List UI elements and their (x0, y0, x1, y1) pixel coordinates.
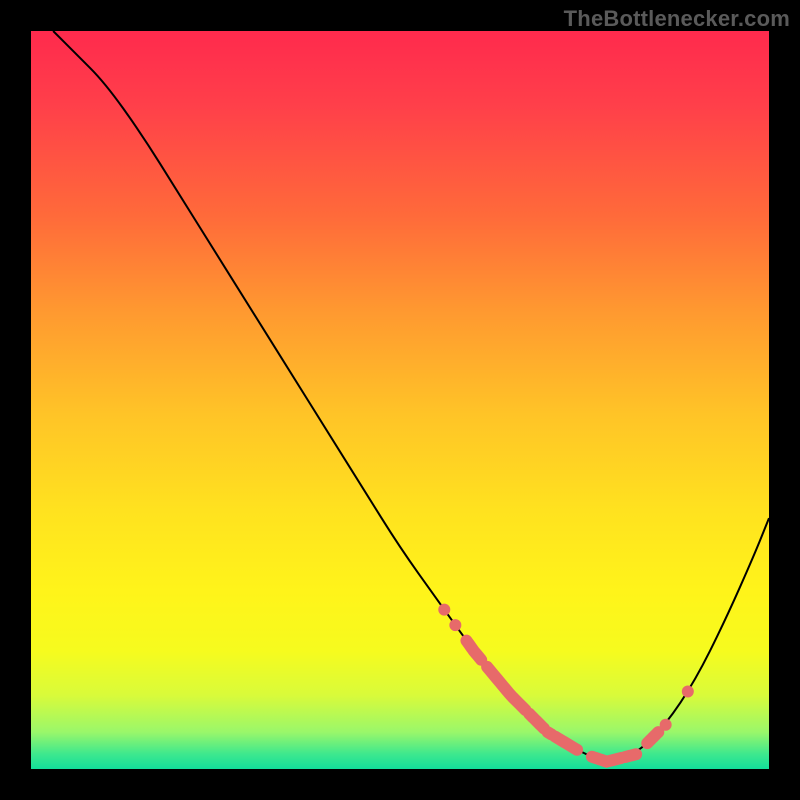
curve-dot-marker (682, 686, 694, 698)
curve-segment-marker (529, 714, 544, 729)
curve-dot-marker (438, 604, 450, 616)
chart-plot-area (30, 30, 770, 770)
bottleneck-curve (53, 31, 769, 760)
watermark-text: TheBottlenecker.com (564, 6, 790, 32)
curve-markers (438, 604, 694, 762)
curve-segment-marker (487, 667, 525, 710)
curve-segment-marker (592, 757, 622, 762)
curve-segment-marker (555, 737, 577, 750)
curve-segment-marker (647, 732, 658, 743)
curve-segment-marker (466, 641, 481, 660)
curve-dot-marker (449, 619, 461, 631)
curve-dot-marker (660, 719, 672, 731)
chart-svg (31, 31, 769, 769)
curve-segment-marker (625, 754, 636, 757)
